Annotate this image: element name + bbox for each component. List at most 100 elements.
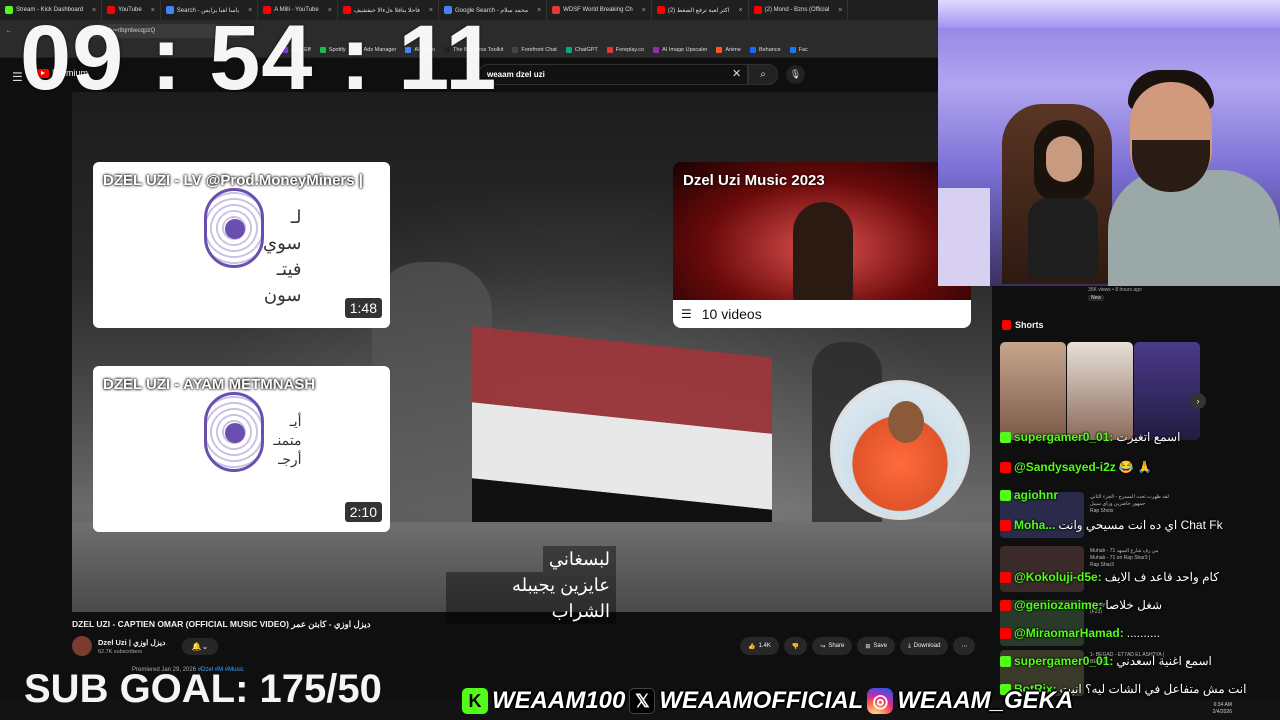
chat-username: @Kokoluji-d5e:	[1014, 570, 1102, 584]
channel-subscribe-endcard[interactable]	[830, 380, 970, 520]
browser-tab[interactable]: (2) اكثر لعبة ترفع الضغط ×	[652, 0, 749, 20]
sidebar-video-thumbnail[interactable]	[1000, 546, 1084, 592]
close-tab-icon[interactable]: ×	[739, 7, 743, 14]
chat-username: @Sandysayed-i2z	[1014, 460, 1116, 474]
kick-badge-icon	[1000, 655, 1011, 667]
chevron-right-icon[interactable]: ›	[1190, 393, 1206, 409]
endcard-video-1[interactable]: DZEL UZI - LV @Prod.MoneyMiners | لـ سوي…	[93, 162, 390, 328]
video-actions: 👍 1.4K 👎 ↪ Share ⊞ Save ⤓ Download ⋯	[740, 637, 976, 655]
webcam-feed	[938, 0, 1280, 286]
chat-text: اسمع اتغيرت	[1116, 430, 1181, 444]
bookmark-icon	[565, 46, 572, 53]
youtube-badge-icon	[1000, 519, 1011, 531]
more-actions-button[interactable]: ⋯	[953, 637, 976, 655]
chevron-down-icon: ⌄	[201, 642, 209, 651]
channel-name[interactable]: Dzel Uzi | ديزل اوزي	[98, 638, 165, 647]
bookmark-label: Anime	[725, 46, 741, 53]
search-button[interactable]: ⌕	[748, 64, 778, 85]
bookmark-item[interactable]: ChatGPT	[565, 46, 598, 53]
chat-message: Moha... اي ده انت مسيحي وانت Chat Fk	[1000, 518, 1223, 532]
save-icon: ⊞	[865, 643, 871, 650]
share-button[interactable]: ↪ Share	[812, 637, 853, 655]
chat-text: 😂 🙏	[1118, 460, 1152, 474]
shorts-icon	[1002, 320, 1011, 330]
chat-username: Moha...	[1014, 518, 1056, 532]
video-subtitles: لبسغاني عايزين يجيبله الشراب	[446, 546, 616, 624]
bell-icon: 🔔	[191, 642, 202, 651]
chat-message: @geniozanime: شغل خلاصا	[1000, 598, 1162, 612]
browser-tab[interactable]: (2) Mond - Bzns (Official ×	[749, 0, 849, 20]
tab-label: (2) اكثر لعبة ترفع الضغط	[667, 7, 730, 14]
chat-username: agiohnr	[1014, 488, 1058, 502]
tab-label: WDSF World Breaking Ch	[563, 7, 633, 13]
chat-text: ..........	[1126, 626, 1161, 640]
subscriber-count: 62.7K subscribers	[98, 649, 143, 655]
mic-icon: 🎙	[789, 69, 802, 79]
duration-badge: 1:48	[344, 298, 382, 318]
search-icon: ⌕	[760, 69, 766, 80]
save-button[interactable]: ⊞ Save	[857, 637, 896, 655]
stream-screen: Stream - Kick Dashboard × YouTube × Search -…	[0, 0, 1280, 720]
short-thumbnail[interactable]	[1134, 342, 1200, 440]
bookmark-label: Forefront Chat	[521, 46, 557, 53]
duration-badge: 2:10	[344, 502, 382, 522]
chat-username: supergamer0_01:	[1014, 430, 1114, 444]
chat-text: انت مش متفاعل في الشات ليه؟ انبت	[1059, 682, 1247, 696]
search-input[interactable]: weaam dzel uzi	[478, 64, 748, 85]
bookmark-item[interactable]: Foreplay.co	[606, 46, 645, 53]
channel-avatar[interactable]	[72, 636, 92, 656]
bookmark-item[interactable]: Anime	[716, 46, 741, 53]
video-title: DZEL UZI - CAPTIEN OMAR (OFFICIAL MUSIC …	[72, 619, 371, 629]
voice-search-button[interactable]: 🎙	[786, 65, 805, 84]
endcard-title: DZEL UZI - LV @Prod.MoneyMiners |	[103, 172, 363, 189]
thumbs-up-icon: 👍	[748, 643, 756, 650]
bookmark-item[interactable]: Fac	[789, 46, 808, 53]
bookmark-icon	[789, 46, 796, 53]
playlist-icon: ☰	[681, 307, 692, 321]
chat-message: supergamer0_01: اسمع اغنية اسعدني	[1000, 654, 1212, 668]
endcard-video-2[interactable]: DZEL UZI - AYAM METMNASH أيـ متمنـ أرجـ …	[93, 366, 390, 532]
chat-message: @Kokoluji-d5e: كام واحد قاعد ف الايف	[1000, 570, 1219, 584]
endcard-playlist[interactable]: Dzel Uzi Music 2023 ☰ 10 videos	[673, 162, 971, 328]
chat-message: @MiraomarHamad:..........	[1000, 626, 1160, 640]
bookmark-label: Fac	[798, 46, 808, 53]
album-cover: أيـ متمنـ أرجـ	[182, 382, 302, 492]
close-tab-icon[interactable]: ×	[537, 7, 541, 14]
bookmark-item[interactable]: Behance	[749, 46, 781, 53]
bookmark-label: Foreplay.co	[615, 46, 645, 53]
notification-bell-button[interactable]: 🔔⌄	[182, 638, 218, 655]
kick-handle: WEAAM100	[492, 687, 626, 714]
youtube-badge-icon	[1000, 599, 1011, 611]
sidebar-video-info[interactable]: لقد ظهرت تحت المسرح - الجزء الثاني جمهور …	[1090, 494, 1169, 515]
close-tab-icon[interactable]: ×	[642, 7, 646, 14]
youtube-badge-icon	[1000, 461, 1011, 473]
short-thumbnail[interactable]	[1067, 342, 1133, 440]
clear-search-icon[interactable]: ✕	[732, 67, 741, 80]
x-icon: 𝕏	[629, 688, 656, 714]
sidebar-video-info[interactable]: Muhab - 71 من رف شارع السهد Muhab - 71 on…	[1090, 548, 1158, 569]
bookmark-icon	[749, 46, 756, 53]
sub-goal-counter: SUB GOAL: 175/50	[24, 667, 382, 711]
subtitle-line-1: لبسغاني	[542, 546, 616, 572]
dislike-button[interactable]: 👎	[783, 637, 808, 655]
bookmark-icon	[716, 46, 723, 53]
chat-message: @Sandysayed-i2z 😂 🙏	[1000, 460, 1152, 474]
subtitle-line-2: عايزين يجيبله الشراب	[446, 572, 616, 624]
browser-tab[interactable]: WDSF World Breaking Ch ×	[547, 0, 652, 20]
bookmark-item[interactable]: AI Image Upscaler	[653, 46, 707, 53]
playlist-title: Dzel Uzi Music 2023	[683, 172, 825, 189]
bookmark-icon	[512, 46, 519, 53]
bookmark-item[interactable]: Forefront Chat	[512, 46, 557, 53]
bookmark-label: ChatGPT	[574, 46, 598, 53]
back-icon[interactable]: ←	[6, 28, 12, 34]
tab-favicon-icon	[5, 6, 13, 14]
chat-username: supergamer0_01:	[1014, 654, 1114, 668]
kick-badge-icon	[1000, 489, 1011, 501]
download-button[interactable]: ⤓ Download	[900, 637, 949, 655]
close-tab-icon[interactable]: ×	[838, 7, 842, 14]
social-handles: K WEAAM100 𝕏 WEAAMOFFICIAL ◎ WEAAM_GEKA	[462, 686, 1073, 716]
short-thumbnail[interactable]	[1000, 342, 1066, 440]
thumbs-down-icon: 👎	[791, 643, 800, 650]
like-button[interactable]: 👍 1.4K	[740, 637, 779, 655]
vinyl-disc-icon	[203, 392, 264, 472]
